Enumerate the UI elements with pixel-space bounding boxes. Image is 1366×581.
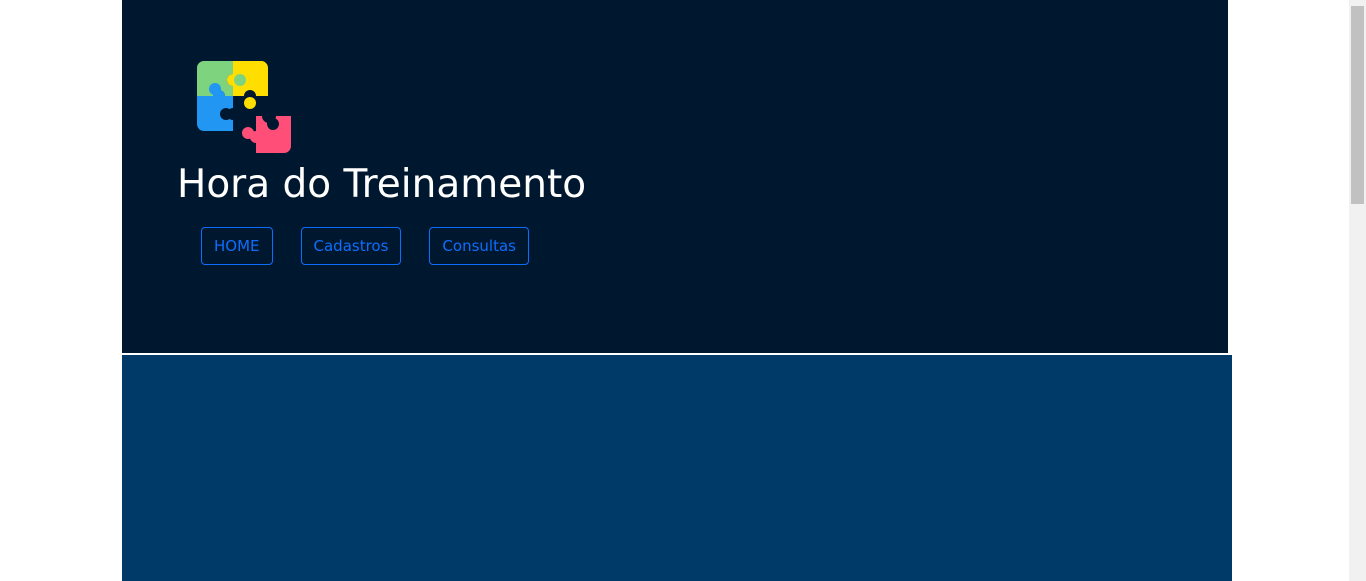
vertical-scrollbar[interactable]	[1349, 0, 1366, 581]
consultas-button[interactable]: Consultas	[429, 227, 529, 265]
scrollbar-thumb[interactable]	[1351, 6, 1364, 204]
cadastros-button[interactable]: Cadastros	[300, 227, 402, 265]
main-content	[122, 355, 1232, 581]
home-button[interactable]: HOME	[201, 227, 273, 265]
main-nav: HOME Cadastros Consultas	[201, 227, 529, 265]
puzzle-icon	[196, 60, 292, 154]
page: Hora do Treinamento HOME Cadastros Consu…	[0, 0, 1366, 581]
page-title: Hora do Treinamento	[177, 162, 587, 207]
